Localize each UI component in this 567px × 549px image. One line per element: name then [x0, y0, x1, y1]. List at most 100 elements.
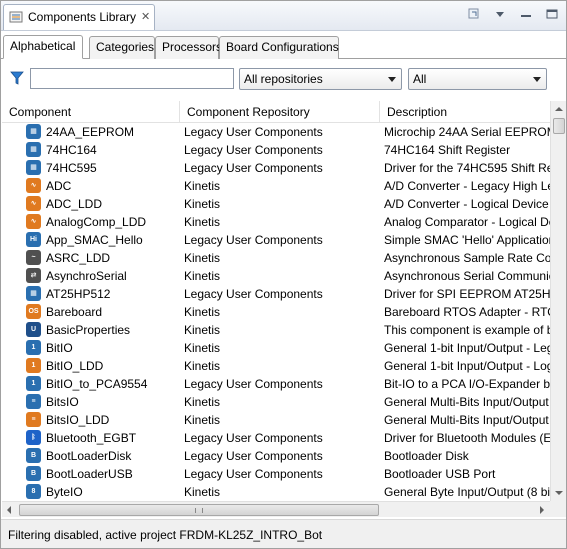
- components-library-view: Components Library ✕ Alphabetical Catego…: [0, 0, 567, 549]
- column-header-repository[interactable]: Component Repository: [180, 101, 380, 123]
- components-library-icon: [9, 11, 23, 23]
- bitio-icon: 1: [26, 358, 41, 373]
- component-repository: Legacy User Components: [184, 287, 323, 301]
- scroll-down-icon[interactable]: [551, 485, 567, 501]
- component-repository: Kinetis: [184, 485, 221, 499]
- table-row[interactable]: ⇄ AsynchroSerial Kinetis Asynchronous Seria…: [2, 267, 550, 285]
- bitio-icon: 1: [26, 340, 41, 355]
- scroll-grip: [195, 508, 203, 513]
- component-repository: Kinetis: [184, 359, 221, 373]
- table-row[interactable]: ▦ 74HC164 Legacy User Components 74HC164 Sh…: [2, 141, 550, 159]
- component-repository: Legacy User Components: [184, 161, 323, 175]
- view-title: Components Library: [28, 10, 137, 24]
- column-header-description[interactable]: Description: [380, 101, 550, 123]
- component-description: Bootloader Disk: [384, 449, 469, 463]
- repository-select-value: All repositories: [244, 72, 323, 86]
- table-row[interactable]: 1 BitIO_to_PCA9554 Legacy User Components B…: [2, 375, 550, 393]
- table-row[interactable]: Hi App_SMAC_Hello Legacy User Components Si…: [2, 231, 550, 249]
- table-header: Component Component Repository Descripti…: [2, 101, 550, 123]
- scrollbar-corner: [550, 501, 566, 517]
- view-title-bar: Components Library ✕: [1, 1, 566, 31]
- pin-view-icon[interactable]: [466, 6, 482, 22]
- chevron-down-icon: [533, 77, 541, 82]
- bitsio-icon: ≡: [26, 412, 41, 427]
- component-name: ASRC_LDD: [46, 251, 111, 265]
- horizontal-scrollbar[interactable]: [2, 501, 550, 517]
- view-menu-icon[interactable]: [492, 6, 508, 22]
- table-row[interactable]: 1 BitIO_LDD Kinetis General 1-bit Input/Out…: [2, 357, 550, 375]
- view-toolbar: [466, 6, 560, 22]
- asrc-icon: ~: [26, 250, 41, 265]
- components-table: Component Component Repository Descripti…: [2, 101, 550, 501]
- tab-categories[interactable]: Categories: [89, 36, 155, 59]
- tab-alphabetical[interactable]: Alphabetical: [3, 35, 83, 59]
- horizontal-scroll-thumb[interactable]: [19, 504, 379, 516]
- component-description: General 1-bit Input/Output - Legacy: [384, 341, 550, 355]
- table-row[interactable]: ∿ ADC Kinetis A/D Converter - Legacy High L…: [2, 177, 550, 195]
- column-header-component[interactable]: Component: [2, 101, 180, 123]
- tab-board-configurations[interactable]: Board Configurations: [219, 36, 339, 59]
- component-description: Asynchronous Sample Rate Converter: [384, 251, 550, 265]
- table-row[interactable]: U BasicProperties Kinetis This component is…: [2, 321, 550, 339]
- bootloader-icon: B: [26, 466, 41, 481]
- table-body: ▦ 24AA_EEPROM Legacy User Components Microc…: [2, 123, 550, 501]
- table-row[interactable]: B BootLoaderUSB Legacy User Components Boot…: [2, 465, 550, 483]
- component-description: Asynchronous Serial Communication: [384, 269, 550, 283]
- table-row[interactable]: ∿ AnalogComp_LDD Kinetis Analog Comparator …: [2, 213, 550, 231]
- table-row[interactable]: ≡ BitsIO_LDD Kinetis General Multi-Bits Inp…: [2, 411, 550, 429]
- component-repository: Legacy User Components: [184, 377, 323, 391]
- component-description: Bootloader USB Port: [384, 467, 496, 481]
- tab-processors[interactable]: Processors: [155, 36, 222, 59]
- adc-icon: ∿: [26, 196, 41, 211]
- component-name: Bluetooth_EGBT: [46, 431, 137, 445]
- table-row[interactable]: 8 ByteIO Kinetis General Byte Input/Output …: [2, 483, 550, 501]
- component-name: AT25HP512: [46, 287, 111, 301]
- component-name: BitsIO: [46, 395, 79, 409]
- component-description: Driver for Bluetooth Modules (EGBT): [384, 431, 550, 445]
- component-repository: Kinetis: [184, 251, 221, 265]
- vertical-scrollbar[interactable]: [550, 101, 566, 501]
- vertical-scroll-thumb[interactable]: [553, 118, 565, 134]
- table-row[interactable]: ∿ ADC_LDD Kinetis A/D Converter - Logical D…: [2, 195, 550, 213]
- table-row[interactable]: ▦ AT25HP512 Legacy User Components Driver f…: [2, 285, 550, 303]
- table-row[interactable]: ~ ASRC_LDD Kinetis Asynchronous Sample Rate…: [2, 249, 550, 267]
- component-name: BitsIO_LDD: [46, 413, 110, 427]
- table-row[interactable]: ≡ BitsIO Kinetis General Multi-Bits Input/O…: [2, 393, 550, 411]
- maximize-icon[interactable]: [544, 6, 560, 22]
- chip-icon: ▦: [26, 124, 41, 139]
- component-name: 24AA_EEPROM: [46, 125, 135, 139]
- repository-select[interactable]: All repositories: [239, 68, 402, 90]
- table-row[interactable]: ▦ 24AA_EEPROM Legacy User Components Microc…: [2, 123, 550, 141]
- comparator-icon: ∿: [26, 214, 41, 229]
- component-repository: Kinetis: [184, 305, 221, 319]
- view-tab[interactable]: Components Library ✕: [3, 4, 155, 30]
- component-name: Bareboard: [46, 305, 103, 319]
- chevron-down-icon: [388, 77, 396, 82]
- component-repository: Kinetis: [184, 269, 221, 283]
- table-row[interactable]: ᛒ Bluetooth_EGBT Legacy User Components Dri…: [2, 429, 550, 447]
- type-select[interactable]: All: [408, 68, 547, 90]
- component-repository: Kinetis: [184, 341, 221, 355]
- table-row[interactable]: B BootLoaderDisk Legacy User Components Boo…: [2, 447, 550, 465]
- component-description: Driver for the 74HC595 Shift Register: [384, 161, 550, 175]
- filter-icon[interactable]: [10, 71, 24, 85]
- component-name: BootLoaderDisk: [46, 449, 132, 463]
- status-bar: Filtering disabled, active project FRDM-…: [1, 519, 566, 548]
- component-repository: Kinetis: [184, 179, 221, 193]
- component-description: This component is example of basic: [384, 323, 550, 337]
- filter-input[interactable]: [30, 68, 234, 89]
- component-repository: Legacy User Components: [184, 431, 323, 445]
- component-name: ByteIO: [46, 485, 83, 499]
- component-repository: Kinetis: [184, 413, 221, 427]
- table-row[interactable]: 1 BitIO Kinetis General 1-bit Input/Output …: [2, 339, 550, 357]
- close-icon[interactable]: ✕: [141, 10, 150, 23]
- scroll-left-icon[interactable]: [2, 502, 18, 518]
- component-description: Driver for SPI EEPROM AT25HP512: [384, 287, 550, 301]
- table-row[interactable]: ▦ 74HC595 Legacy User Components Driver for…: [2, 159, 550, 177]
- table-row[interactable]: OS Bareboard Kinetis Bareboard RTOS Adapter…: [2, 303, 550, 321]
- scroll-right-icon[interactable]: [534, 502, 550, 518]
- serial-icon: ⇄: [26, 268, 41, 283]
- tab-bar: Alphabetical Categories Processors Board…: [1, 35, 566, 59]
- minimize-icon[interactable]: [518, 6, 534, 22]
- scroll-up-icon[interactable]: [551, 101, 567, 117]
